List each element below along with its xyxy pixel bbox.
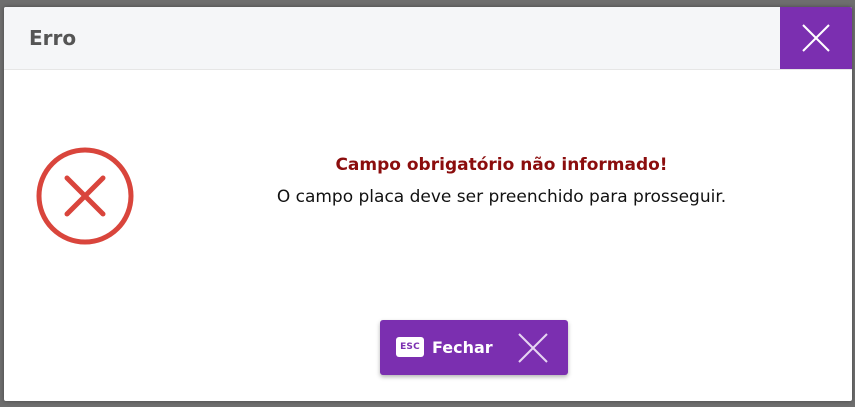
esc-shortcut-badge: ESC xyxy=(396,337,424,357)
close-button-label: Fechar xyxy=(432,338,493,357)
close-button[interactable]: ESC Fechar xyxy=(380,320,568,375)
error-message-title: Campo obrigatório não informado! xyxy=(335,155,668,175)
close-icon xyxy=(802,24,830,52)
error-circle-icon xyxy=(36,147,134,245)
close-icon xyxy=(518,333,548,363)
dialog-header: Erro xyxy=(4,7,852,70)
dialog-close-button[interactable] xyxy=(780,7,852,69)
error-dialog: Erro Campo obrigatório não informado! O … xyxy=(4,7,852,401)
dialog-title: Erro xyxy=(29,26,77,50)
error-message-body: O campo placa deve ser preenchido para p… xyxy=(276,187,727,207)
